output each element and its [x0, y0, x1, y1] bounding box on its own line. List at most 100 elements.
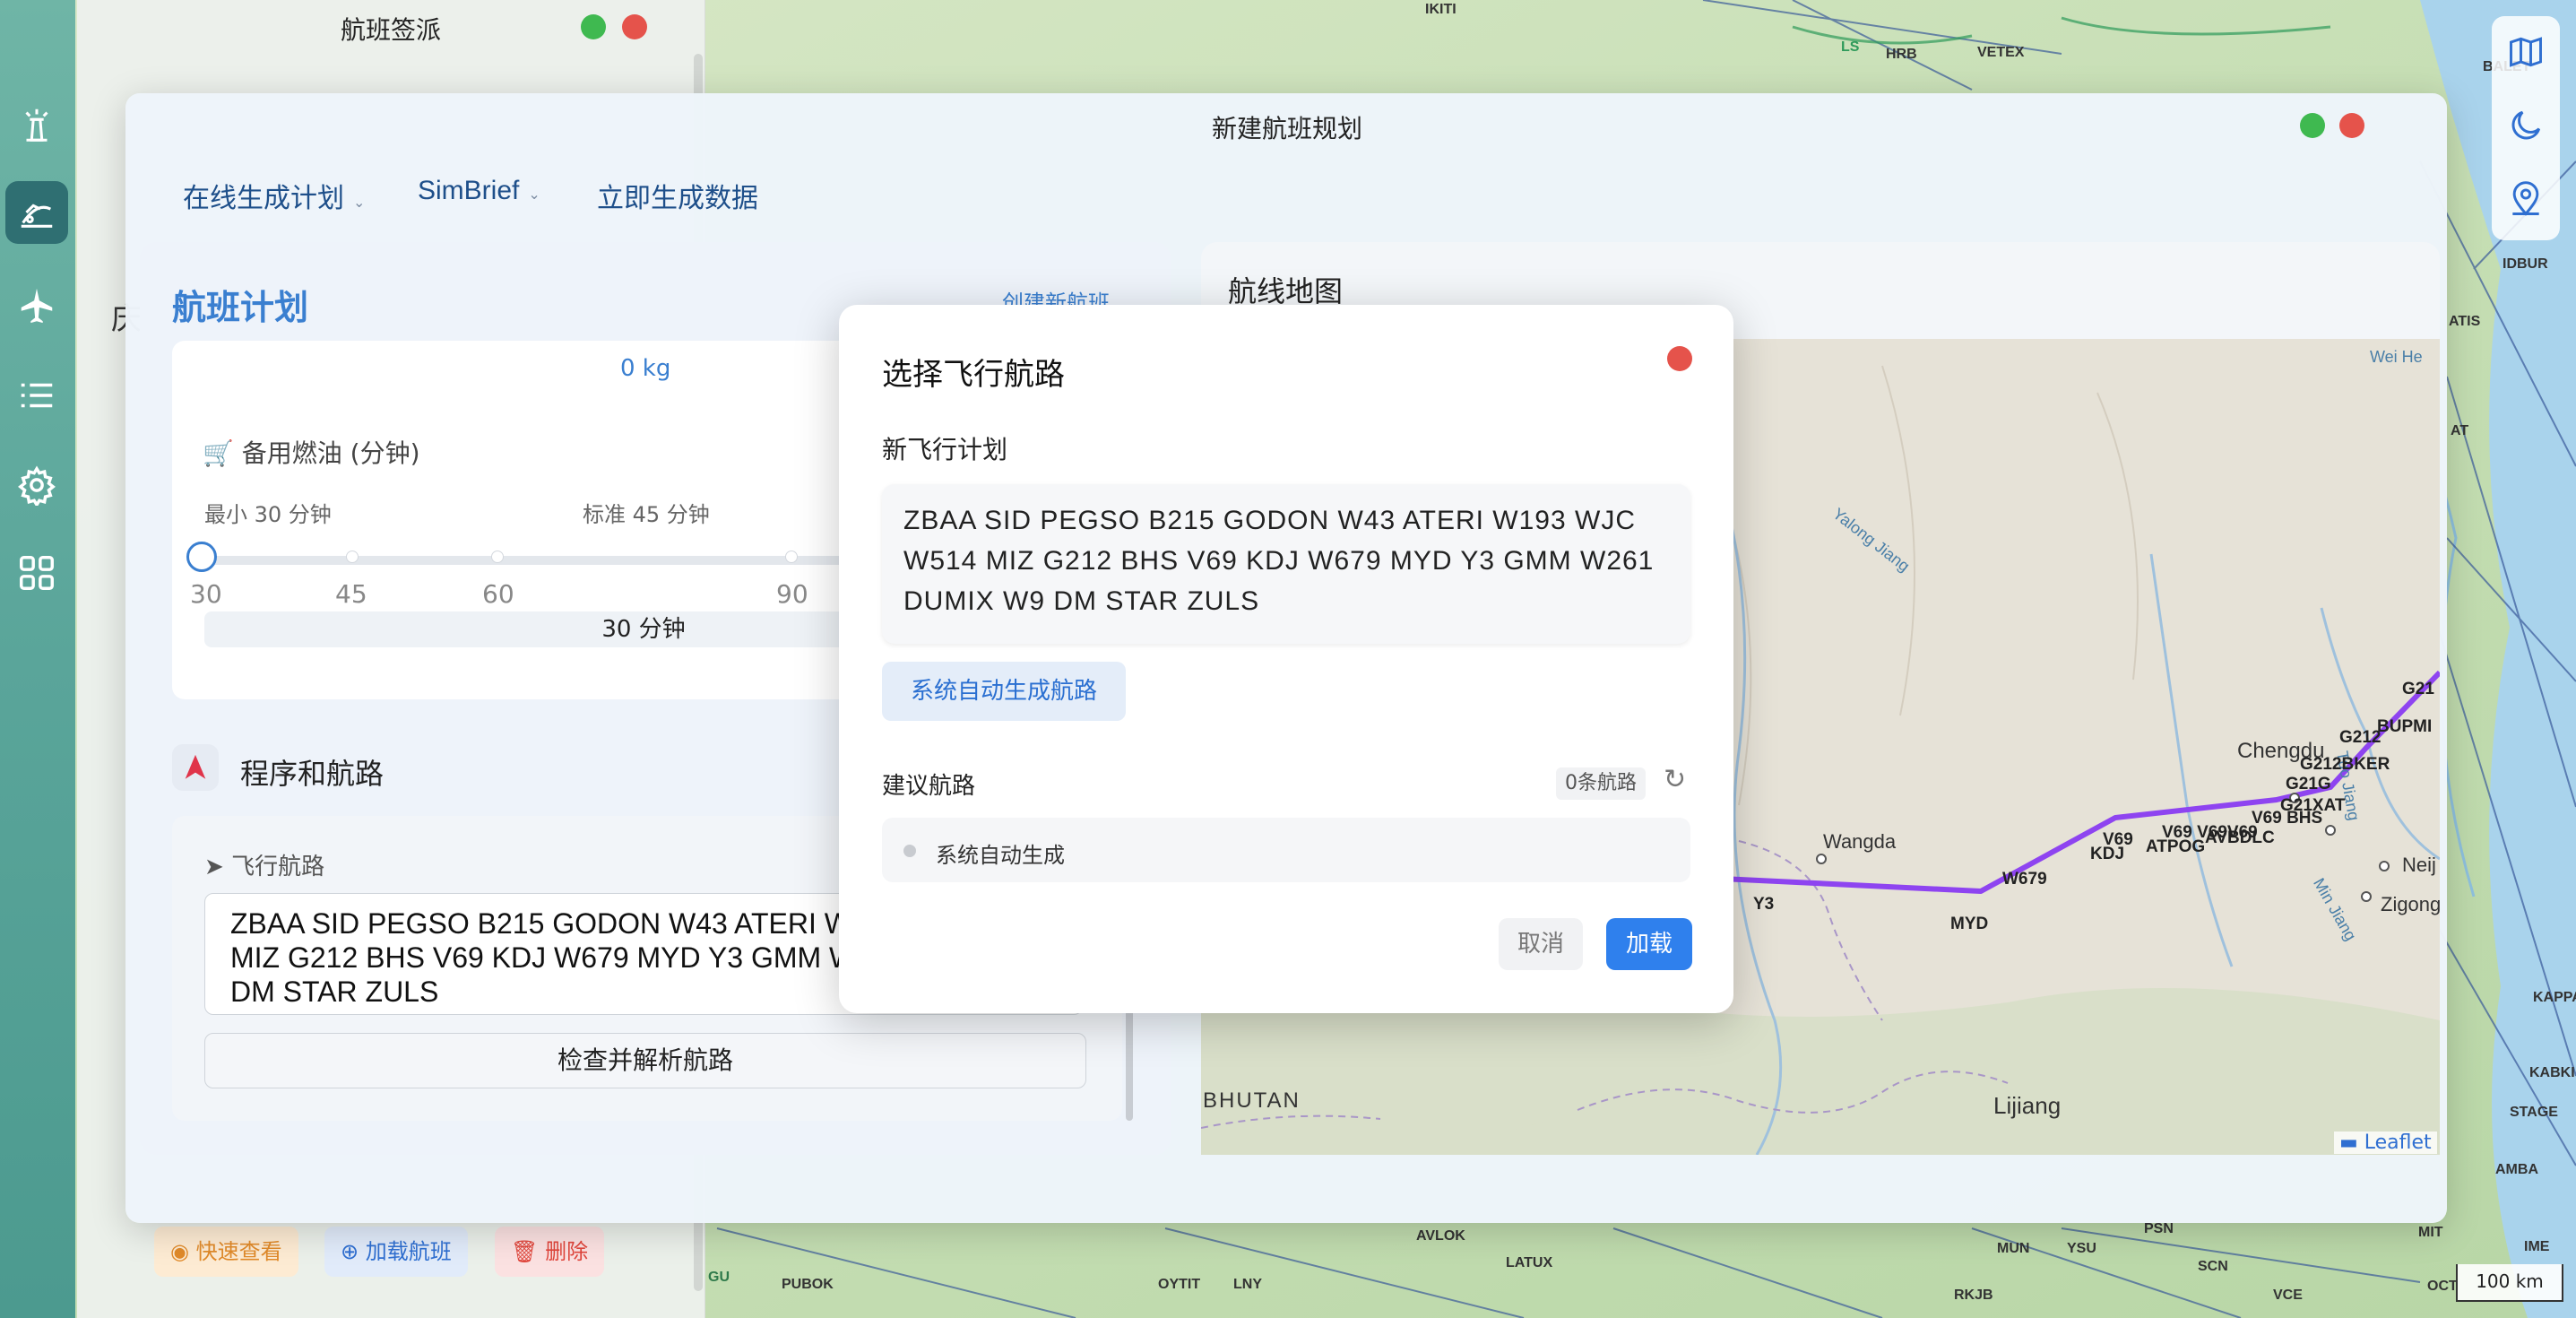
map-label: PUBOK — [782, 1277, 834, 1292]
chevron-down-icon: ⌄ — [353, 195, 366, 211]
map-label: VCE — [2273, 1288, 2303, 1303]
fuel-value: 0 kg — [620, 355, 671, 382]
rail-item-lighthouse[interactable] — [5, 93, 68, 156]
menu-generate-now[interactable]: 立即生成数据 — [597, 176, 758, 215]
map-place-label: Zigong — [2381, 893, 2442, 915]
suggested-routes-label: 建议航路 — [882, 773, 976, 800]
map-label: RKJB — [1954, 1288, 1993, 1303]
map-label: MUN — [1997, 1241, 2030, 1256]
map-country-label: BHUTAN — [1203, 1088, 1301, 1113]
slider-tick-label: 60 — [482, 579, 514, 609]
flag-icon: ▬ — [2339, 1132, 2364, 1154]
map-layer-button[interactable] — [2504, 30, 2547, 74]
auto-generate-route-button[interactable]: 系统自动生成航路 — [882, 662, 1126, 721]
dark-mode-button[interactable] — [2504, 104, 2547, 147]
route-label-row: ➤ 飞行航路 — [204, 848, 324, 881]
moon-icon — [2511, 110, 2541, 140]
map-label: AT — [2451, 423, 2469, 438]
new-plan-text[interactable]: ZBAA SID PEGSO B215 GODON W43 ATERI W193… — [882, 484, 1690, 644]
load-flight-button[interactable]: ⊕ 加载航班 — [324, 1227, 468, 1277]
map-label: OCT — [2427, 1279, 2458, 1294]
map-label: IDBUR — [2503, 256, 2548, 272]
map-river-label: Wei He — [2370, 348, 2423, 366]
close-button[interactable] — [622, 14, 647, 39]
map-label: YSU — [2067, 1241, 2096, 1256]
slider-tick — [346, 551, 359, 563]
slider-tick-label: 30 — [190, 579, 222, 609]
map-place-label: Neij — [2402, 854, 2436, 876]
map-label: PSN — [2144, 1221, 2174, 1236]
list-icon — [21, 383, 53, 408]
crosshair-icon: ⊕ — [341, 1239, 366, 1264]
route-count-badge: 0条航路 — [1556, 767, 1646, 800]
grid-icon — [20, 556, 54, 590]
map-label: SCN — [2198, 1259, 2228, 1274]
map-label: VETEX — [1977, 45, 2025, 60]
rail-item-settings[interactable] — [5, 454, 68, 516]
reserve-fuel-slider[interactable] — [204, 556, 886, 565]
map-waypoint-label: V69 BHS — [2252, 809, 2323, 828]
reserve-fuel-label-row: 🛒 备用燃油 (分钟) — [203, 434, 420, 470]
eye-icon: ◉ — [170, 1239, 196, 1264]
menu-simbrief[interactable]: SimBrief ⌄ — [418, 176, 540, 206]
map-label: LATUX — [1506, 1255, 1553, 1270]
leaflet-attribution-label: Leaflet — [2364, 1132, 2432, 1154]
map-place-label: Lijiang — [1993, 1092, 2062, 1119]
map-waypoint-label: AVBDLC — [2205, 828, 2275, 847]
main-window-title: 新建航班规划 — [1212, 114, 1363, 143]
map-label: IKITI — [1425, 2, 1457, 17]
procedures-badge — [172, 744, 219, 791]
map-label: AVLOK — [1416, 1228, 1465, 1244]
cancel-button[interactable]: 取消 — [1499, 918, 1583, 970]
map-label: LS — [1841, 39, 1860, 55]
slider-tick-label: 45 — [335, 579, 367, 609]
map-waypoint-label: G21 — [2402, 680, 2434, 698]
map-label: AMBA — [2495, 1162, 2538, 1177]
menu-online-plan[interactable]: 在线生成计划 ⌄ — [183, 176, 365, 215]
rail-item-route[interactable] — [5, 181, 68, 244]
modal-close-button[interactable] — [1667, 346, 1692, 371]
map-scale-bar: 100 km — [2456, 1264, 2563, 1302]
check-route-button[interactable]: 检查并解析航路 — [204, 1033, 1086, 1088]
main-close-button[interactable] — [2339, 113, 2364, 138]
slider-handle[interactable] — [186, 542, 217, 572]
load-flight-label: 加载航班 — [365, 1239, 452, 1264]
refresh-icon[interactable]: ↻ — [1664, 764, 1686, 795]
map-label: HRB — [1886, 47, 1917, 62]
flight-plan-title: 航班计划 — [172, 288, 309, 327]
rail-item-apps[interactable] — [5, 542, 68, 604]
map-waypoint-label: G212 — [2339, 728, 2382, 747]
map-label: KABKI — [2529, 1065, 2575, 1080]
route-option-label: 系统自动生成 — [936, 843, 1065, 868]
left-navigation-rail — [0, 0, 75, 1318]
airplane-icon — [21, 288, 53, 324]
menu-simbrief-label: SimBrief — [418, 176, 520, 205]
trash-icon: 🗑 — [511, 1239, 546, 1264]
dispatch-window-title: 航班签派 — [341, 15, 442, 45]
quick-view-button[interactable]: ◉ 快速查看 — [154, 1227, 298, 1277]
map-waypoint-label: Y3 — [1753, 895, 1775, 914]
quick-view-label: 快速查看 — [195, 1239, 282, 1264]
map-label: LNY — [1233, 1277, 1262, 1292]
map-waypoint-label: G212BKER — [2300, 755, 2390, 774]
map-waypoint-label: BUPMI — [2377, 717, 2433, 736]
map-label: STAGE — [2510, 1105, 2558, 1120]
map-icon — [2510, 37, 2542, 67]
maximize-button[interactable] — [581, 14, 606, 39]
slider-tick-label: 90 — [776, 579, 808, 609]
main-maximize-button[interactable] — [2300, 113, 2325, 138]
rail-item-list[interactable] — [5, 364, 68, 427]
map-waypoint-label: W679 — [2002, 870, 2047, 889]
delete-button[interactable]: 🗑 删除 — [495, 1227, 605, 1277]
leaflet-attribution[interactable]: ▬ Leaflet — [2334, 1132, 2437, 1154]
map-waypoint-label: ATPOG — [2146, 837, 2206, 856]
slider-tick — [491, 551, 504, 563]
load-button[interactable]: 加载 — [1606, 918, 1692, 970]
map-label: GU — [708, 1270, 730, 1285]
map-waypoint-label: MYD — [1950, 915, 1989, 933]
navigation-icon: ➤ — [204, 854, 232, 880]
reserve-fuel-label: 备用燃油 (分钟) — [241, 438, 420, 468]
locate-button[interactable] — [2504, 178, 2547, 221]
procedures-title: 程序和航路 — [240, 757, 385, 791]
rail-item-flights[interactable] — [5, 274, 68, 337]
